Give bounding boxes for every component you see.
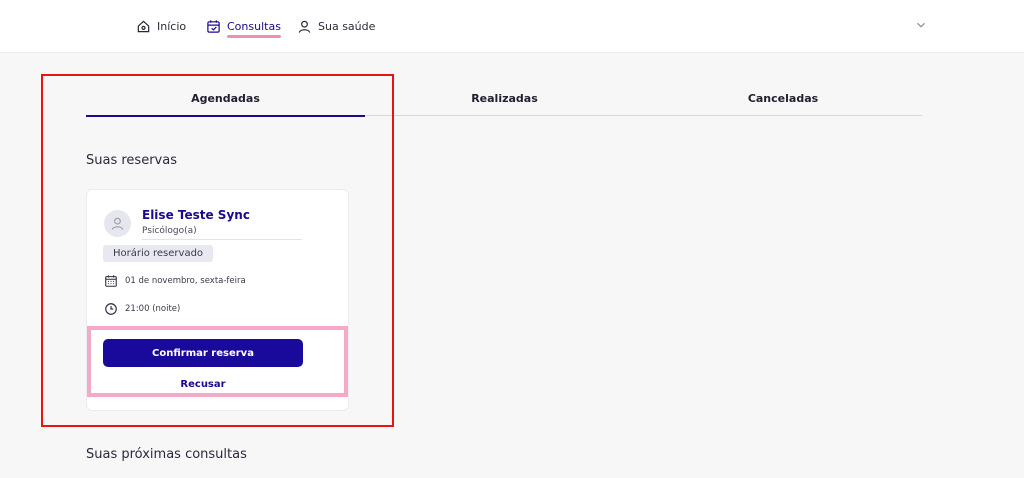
upcoming-appointments-title: Suas próximas consultas [86,447,247,462]
appointment-time: 21:00 (noite) [125,304,181,314]
reservations-title: Suas reservas [86,153,177,168]
avatar [104,210,131,237]
time-row: 21:00 (noite) [104,302,180,316]
professional-name[interactable]: Elise Teste Sync [142,208,250,222]
nav-item-inicio[interactable]: Início [136,16,186,36]
confirm-reservation-button[interactable]: Confirmar reserva [103,339,303,367]
professional-role: Psicólogo(a) [142,226,197,236]
clock-icon [105,303,117,315]
nav-item-label: Sua saúde [318,19,376,33]
home-icon [137,20,150,32]
reservation-card: Elise Teste Sync Psicólogo(a) Horário re… [86,189,349,411]
user-placeholder-icon [111,217,124,230]
divider [142,239,302,240]
active-nav-underline [227,34,281,38]
nav-item-sua-saude[interactable]: Sua saúde [297,16,375,36]
nav-item-label: Início [157,19,187,33]
chevron-down-icon[interactable] [914,18,928,32]
calendar-icon [105,275,117,287]
decline-reservation-link[interactable]: Recusar [103,379,303,390]
top-navigation: Início Consultas Sua saúde [0,0,1024,53]
status-badge: Horário reservado [103,245,213,262]
user-icon [298,20,311,33]
nav-item-label: Consultas [227,20,281,38]
date-row: 01 de novembro, sexta-feira [104,274,246,288]
nav-item-consultas[interactable]: Consultas [206,16,281,38]
appointment-date: 01 de novembro, sexta-feira [125,276,246,286]
tab-agendadas[interactable]: Agendadas [86,86,365,117]
tab-realizadas[interactable]: Realizadas [365,86,644,116]
tab-canceladas[interactable]: Canceladas [644,86,922,116]
calendar-consult-icon [207,19,220,33]
appointment-tabs: Agendadas Realizadas Canceladas [86,86,922,117]
